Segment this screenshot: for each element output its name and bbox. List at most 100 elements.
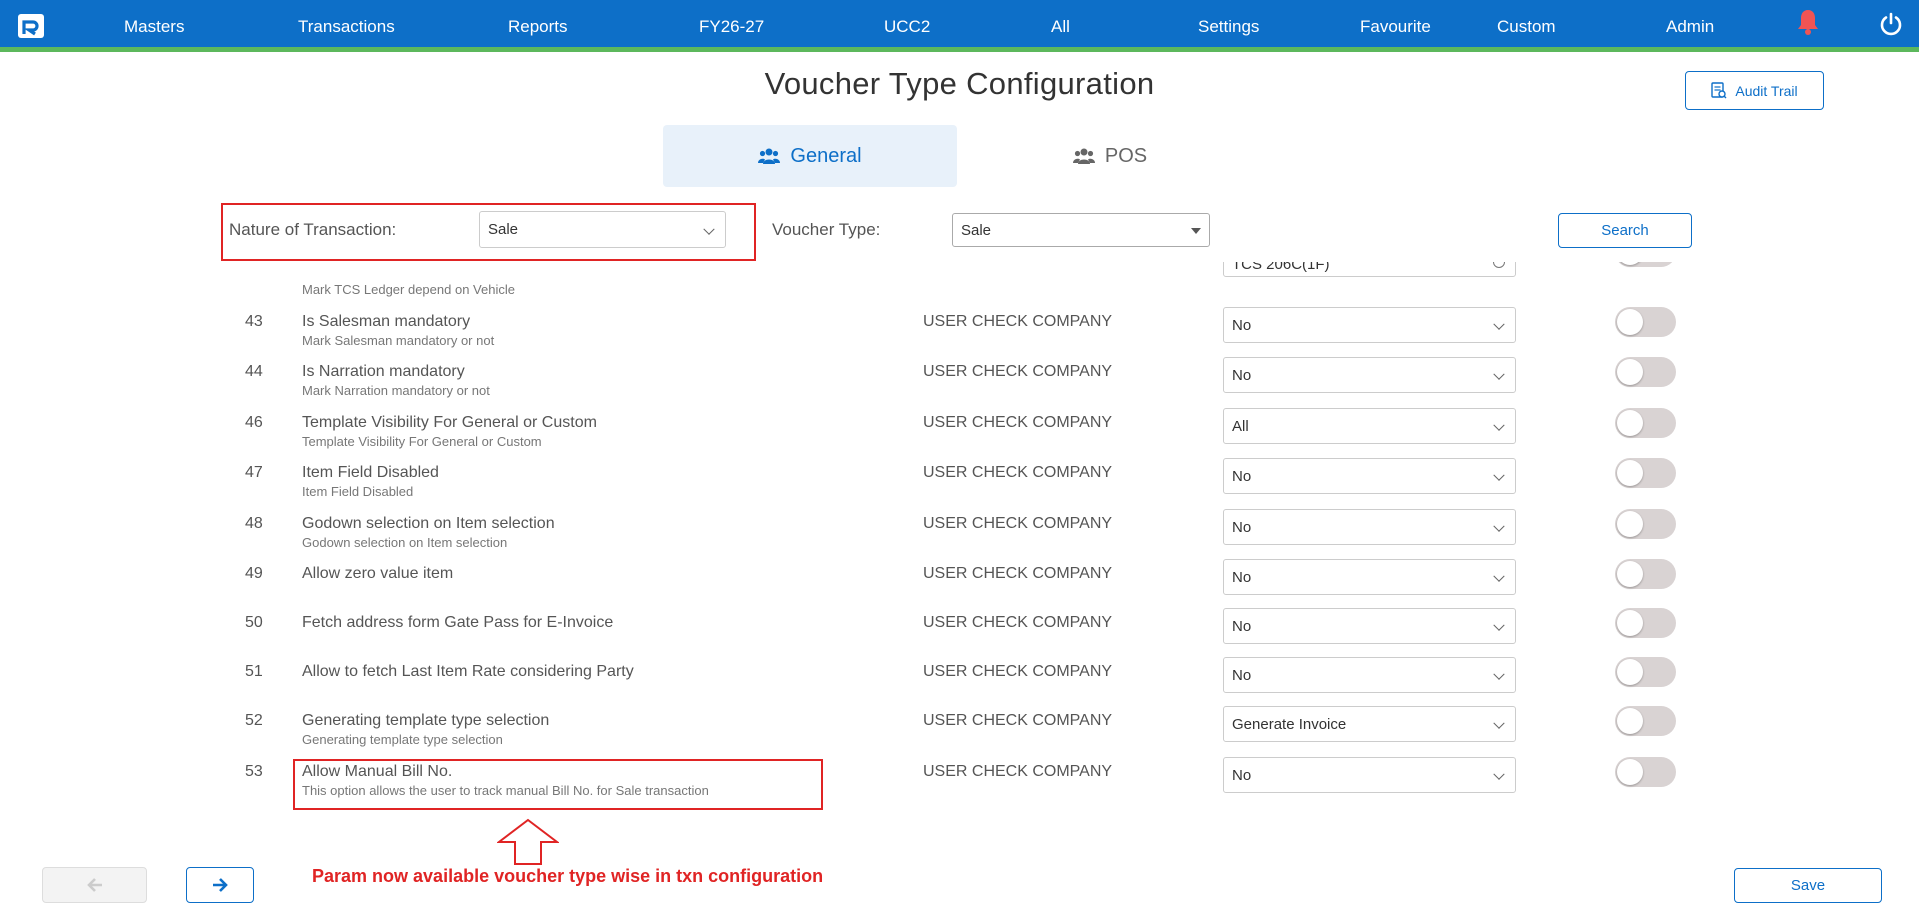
- row-value-select[interactable]: No: [1223, 757, 1516, 793]
- row-number: 52: [245, 712, 263, 729]
- nav-settings[interactable]: Settings: [1198, 17, 1259, 37]
- chevron-down-icon: [1493, 419, 1505, 431]
- row-description: Mark TCS Ledger depend on Vehicle: [302, 282, 515, 297]
- chevron-down-icon: [1493, 469, 1505, 481]
- row-value-select[interactable]: No: [1223, 458, 1516, 494]
- row-value-select[interactable]: No: [1223, 509, 1516, 545]
- row-toggle[interactable]: [1615, 262, 1676, 267]
- row-value: No: [1232, 366, 1252, 384]
- nav-all[interactable]: All: [1051, 17, 1070, 37]
- arrow-left-icon: [86, 878, 102, 892]
- voucher-type-select[interactable]: Sale: [952, 213, 1210, 247]
- row-company: USER CHECK COMPANY: [923, 363, 1113, 380]
- nav-reports[interactable]: Reports: [508, 17, 568, 37]
- nav-transactions[interactable]: Transactions: [298, 17, 395, 37]
- next-button[interactable]: [186, 867, 254, 903]
- chevron-down-icon: [1493, 368, 1505, 380]
- audit-trail-icon: [1711, 82, 1727, 99]
- row-value-select[interactable]: No: [1223, 307, 1516, 343]
- row-parameter-name: Allow zero value item: [302, 565, 454, 582]
- tab-general[interactable]: General: [663, 125, 957, 187]
- row-number: 48: [245, 515, 263, 532]
- row-parameter-name: Godown selection on Item selection: [302, 515, 555, 532]
- row-number: 49: [245, 565, 263, 582]
- row-value: No: [1232, 518, 1252, 536]
- table-row: 43 Is Salesman mandatory Mark Salesman m…: [200, 302, 1700, 352]
- table-row: 48 Godown selection on Item selection Go…: [200, 504, 1700, 554]
- row-value-select[interactable]: Generate Invoice: [1223, 706, 1516, 742]
- chevron-down-icon: [1493, 768, 1505, 780]
- row-company: USER CHECK COMPANY: [923, 712, 1113, 729]
- row-value: No: [1232, 617, 1252, 635]
- ledger-search-input[interactable]: TCS 206C(1F): [1223, 262, 1516, 277]
- table-row: 52 Generating template type selection Ge…: [200, 701, 1700, 751]
- tab-pos[interactable]: POS: [963, 125, 1257, 187]
- table-row: 51 Allow to fetch Last Item Rate conside…: [200, 652, 1700, 702]
- row-value-select[interactable]: No: [1223, 559, 1516, 595]
- highlight-nature-of-transaction: [221, 203, 756, 261]
- row-toggle[interactable]: [1615, 706, 1676, 736]
- row-description: Godown selection on Item selection: [302, 535, 508, 550]
- table-row: 44 Is Narration mandatory Mark Narration…: [200, 352, 1700, 402]
- audit-trail-button[interactable]: Audit Trail: [1685, 71, 1824, 110]
- row-number: 50: [245, 614, 263, 631]
- row-toggle[interactable]: [1615, 657, 1676, 687]
- row-company: USER CHECK COMPANY: [923, 313, 1113, 330]
- row-value-select[interactable]: All: [1223, 408, 1516, 444]
- nav-admin[interactable]: Admin: [1666, 17, 1714, 37]
- row-value: No: [1232, 766, 1252, 784]
- row-toggle[interactable]: [1615, 357, 1676, 387]
- row-value: No: [1232, 568, 1252, 586]
- save-button[interactable]: Save: [1734, 868, 1882, 903]
- table-row: 47 Item Field Disabled Item Field Disabl…: [200, 453, 1700, 503]
- row-number: 43: [245, 313, 263, 330]
- nav-masters[interactable]: Masters: [124, 17, 184, 37]
- row-toggle[interactable]: [1615, 757, 1676, 787]
- row-description: Template Visibility For General or Custo…: [302, 434, 542, 449]
- voucher-type-value: Sale: [961, 221, 992, 239]
- arrow-up-annotation-icon: [497, 818, 559, 865]
- row-number: 47: [245, 464, 263, 481]
- row-parameter-name: Generating template type selection: [302, 712, 550, 729]
- chevron-down-icon: [1493, 520, 1505, 532]
- highlight-manual-bill-row: [293, 759, 823, 810]
- table-row: 46 Template Visibility For General or Cu…: [200, 403, 1700, 453]
- caret-down-icon: [1191, 228, 1201, 234]
- row-company: USER CHECK COMPANY: [923, 464, 1113, 481]
- chevron-down-icon: [1493, 619, 1505, 631]
- nav-fiscal-year[interactable]: FY26-27: [699, 17, 764, 37]
- row-toggle[interactable]: [1615, 559, 1676, 589]
- annotation-text: Param now available voucher type wise in…: [312, 866, 824, 886]
- table-row: 50 Fetch address form Gate Pass for E-In…: [200, 603, 1700, 653]
- voucher-type-label: Voucher Type:: [772, 220, 881, 239]
- power-icon[interactable]: [1879, 12, 1903, 36]
- row-company: USER CHECK COMPANY: [923, 614, 1113, 631]
- row-company: USER CHECK COMPANY: [923, 565, 1113, 582]
- search-icon: [1493, 262, 1505, 268]
- row-value-select[interactable]: No: [1223, 657, 1516, 693]
- row-toggle[interactable]: [1615, 509, 1676, 539]
- audit-trail-label: Audit Trail: [1735, 82, 1798, 99]
- row-toggle[interactable]: [1615, 408, 1676, 438]
- row-value-select[interactable]: No: [1223, 608, 1516, 644]
- search-button[interactable]: Search: [1558, 213, 1692, 248]
- row-description: Generating template type selection: [302, 732, 503, 747]
- nav-favourite[interactable]: Favourite: [1360, 17, 1431, 37]
- row-toggle[interactable]: [1615, 608, 1676, 638]
- notification-bell-icon[interactable]: [1795, 8, 1821, 36]
- row-parameter-name: Is Narration mandatory: [302, 363, 465, 380]
- app-logo-icon[interactable]: [18, 14, 44, 38]
- previous-button[interactable]: [42, 867, 147, 903]
- row-company: USER CHECK COMPANY: [923, 515, 1113, 532]
- row-toggle[interactable]: [1615, 458, 1676, 488]
- top-nav-bar: Masters Transactions Reports FY26-27 UCC…: [0, 0, 1919, 52]
- row-value-select[interactable]: No: [1223, 357, 1516, 393]
- row-parameter-name: Is Salesman mandatory: [302, 313, 471, 330]
- nav-custom[interactable]: Custom: [1497, 17, 1556, 37]
- chevron-down-icon: [1493, 668, 1505, 680]
- chevron-down-icon: [1493, 570, 1505, 582]
- row-parameter-name: Fetch address form Gate Pass for E-Invoi…: [302, 614, 614, 631]
- nav-company[interactable]: UCC2: [884, 17, 930, 37]
- row-toggle[interactable]: [1615, 307, 1676, 337]
- arrow-right-icon: [213, 878, 228, 892]
